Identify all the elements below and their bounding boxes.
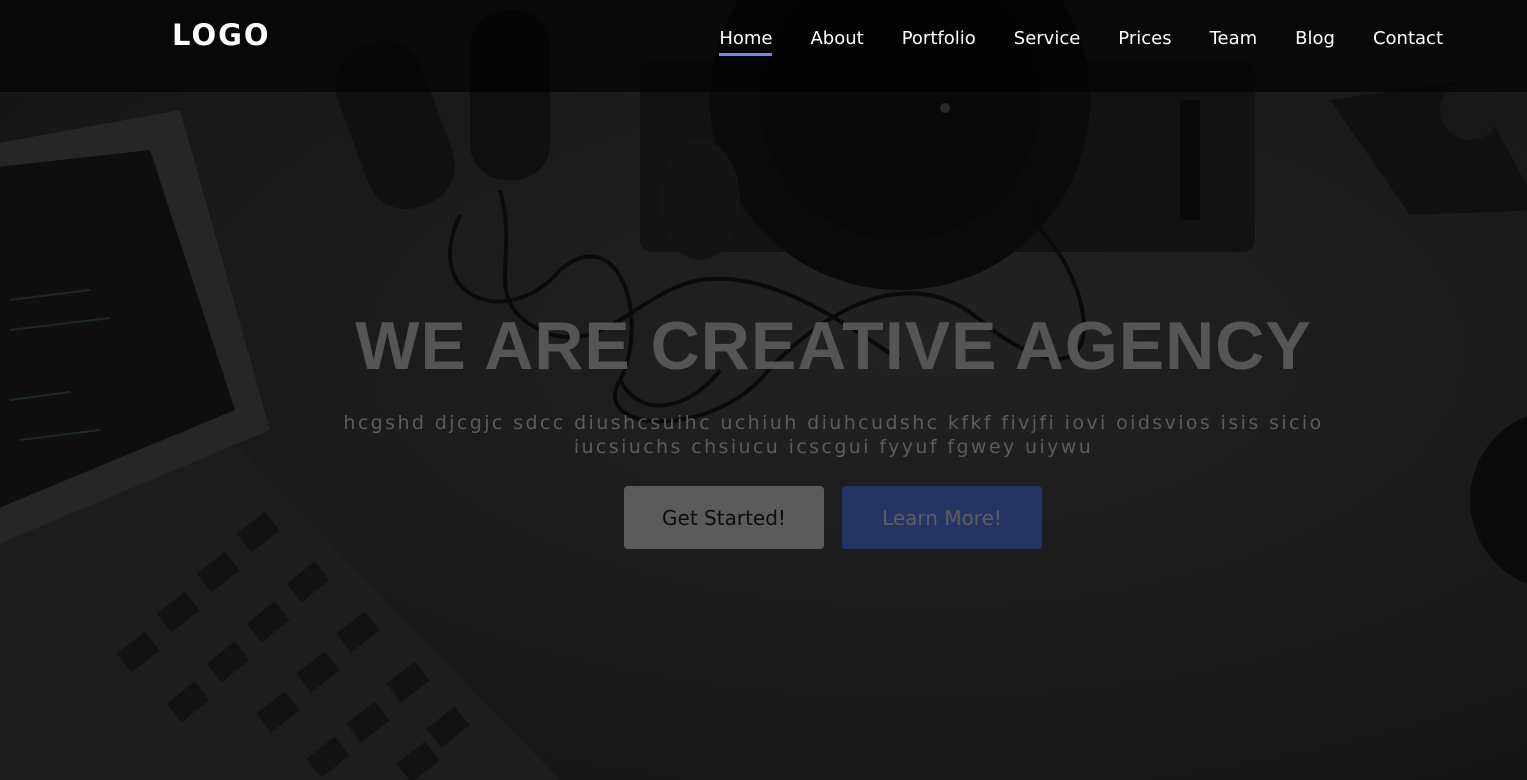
nav-item-service[interactable]: Service (1014, 27, 1081, 55)
main-navigation: Home About Portfolio Service Prices Team… (681, 27, 1443, 56)
learn-more-button[interactable]: Learn More! (842, 486, 1042, 549)
nav-item-contact[interactable]: Contact (1373, 27, 1443, 55)
nav-item-blog[interactable]: Blog (1295, 27, 1335, 55)
get-started-button[interactable]: Get Started! (624, 486, 824, 549)
nav-item-portfolio[interactable]: Portfolio (902, 27, 976, 55)
hero-description: hcgshd djcgjc sdcc diushcsuihc uchiuh di… (343, 412, 1324, 458)
top-navbar: LOGO Home About Portfolio Service Prices… (0, 0, 1527, 92)
site-logo[interactable]: LOGO (172, 18, 271, 52)
nav-item-team[interactable]: Team (1210, 27, 1258, 55)
nav-item-prices[interactable]: Prices (1118, 27, 1171, 55)
hero-background-image (0, 0, 1527, 780)
nav-item-home[interactable]: Home (719, 27, 773, 56)
hero-title: WE ARE CREATIVE AGENCY (355, 308, 1312, 384)
nav-item-about[interactable]: About (810, 27, 863, 55)
page: LOGO Home About Portfolio Service Prices… (0, 0, 1527, 780)
mouse-illustration (660, 140, 740, 260)
